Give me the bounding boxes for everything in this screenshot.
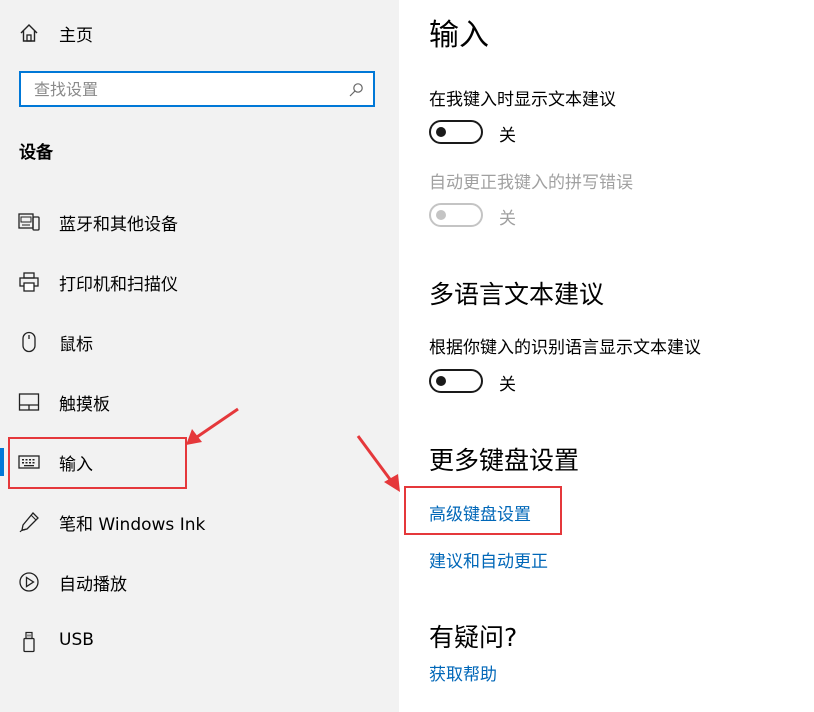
sidebar-item-printers[interactable]: 打印机和扫描仪 — [0, 252, 399, 312]
autocorrect-label: 自动更正我键入的拼写错误 — [429, 173, 633, 193]
selection-indicator — [0, 448, 4, 476]
search-icon[interactable] — [348, 82, 364, 98]
more-keyboard-heading: 更多键盘设置 — [429, 446, 580, 475]
sidebar-item-pen[interactable]: 笔和 Windows Ink — [0, 492, 399, 552]
toggle-knob — [436, 127, 446, 137]
sidebar-item-mouse[interactable]: 鼠标 — [0, 312, 399, 372]
multilingual-state: 关 — [499, 375, 516, 395]
home-icon — [20, 24, 38, 42]
sidebar-item-label: 打印机和扫描仪 — [59, 275, 178, 295]
touchpad-icon — [18, 393, 40, 411]
sidebar-item-label: USB — [59, 630, 94, 650]
sidebar-item-label: 输入 — [59, 455, 93, 475]
get-help-link[interactable]: 获取帮助 — [429, 660, 497, 685]
sidebar-item-typing[interactable]: 输入 — [0, 432, 399, 492]
search-box[interactable] — [19, 71, 375, 107]
text-suggestions-state: 关 — [499, 126, 516, 146]
sidebar-item-label: 鼠标 — [59, 335, 93, 355]
sidebar-item-touchpad[interactable]: 触摸板 — [0, 372, 399, 432]
advanced-keyboard-settings-link[interactable]: 高级键盘设置 — [429, 500, 531, 525]
sidebar-item-autoplay[interactable]: 自动播放 — [0, 552, 399, 612]
sidebar-home-label: 主页 — [59, 26, 93, 46]
pen-icon — [19, 512, 39, 533]
mouse-icon — [22, 331, 36, 353]
text-suggestions-label: 在我键入时显示文本建议 — [429, 90, 616, 110]
main-content: 输入 在我键入时显示文本建议 关 自动更正我键入的拼写错误 关 多语言文本建议 … — [399, 0, 814, 712]
suggestions-autocorrect-link[interactable]: 建议和自动更正 — [429, 547, 548, 572]
toggle-knob — [436, 376, 446, 386]
sidebar-item-bluetooth[interactable]: 蓝牙和其他设备 — [0, 192, 399, 252]
autocorrect-state: 关 — [499, 209, 516, 229]
sidebar-home[interactable]: 主页 — [0, 12, 399, 52]
keyboard-icon — [18, 455, 40, 469]
sidebar-item-label: 触摸板 — [59, 395, 110, 415]
section-title: 设备 — [19, 143, 53, 163]
toggle-knob — [436, 210, 446, 220]
printer-icon — [19, 272, 39, 292]
sidebar-item-usb[interactable]: USB — [0, 612, 399, 672]
autoplay-icon — [19, 572, 39, 592]
help-heading: 有疑问? — [429, 623, 518, 652]
usb-icon — [23, 631, 35, 653]
search-input[interactable] — [21, 73, 354, 105]
page-title: 输入 — [429, 18, 489, 53]
multilingual-toggle[interactable] — [429, 369, 483, 393]
autocorrect-toggle[interactable] — [429, 203, 483, 227]
sidebar: 主页 设备 蓝牙和其他设备 打印机和扫描仪 鼠标 — [0, 0, 399, 712]
sidebar-item-label: 笔和 Windows Ink — [59, 515, 206, 535]
multilingual-heading: 多语言文本建议 — [429, 280, 605, 309]
bluetooth-devices-icon — [18, 213, 40, 231]
sidebar-item-label: 自动播放 — [59, 575, 127, 595]
multilingual-label: 根据你键入的识别语言显示文本建议 — [429, 338, 701, 358]
text-suggestions-toggle[interactable] — [429, 120, 483, 144]
sidebar-item-label: 蓝牙和其他设备 — [59, 215, 178, 235]
